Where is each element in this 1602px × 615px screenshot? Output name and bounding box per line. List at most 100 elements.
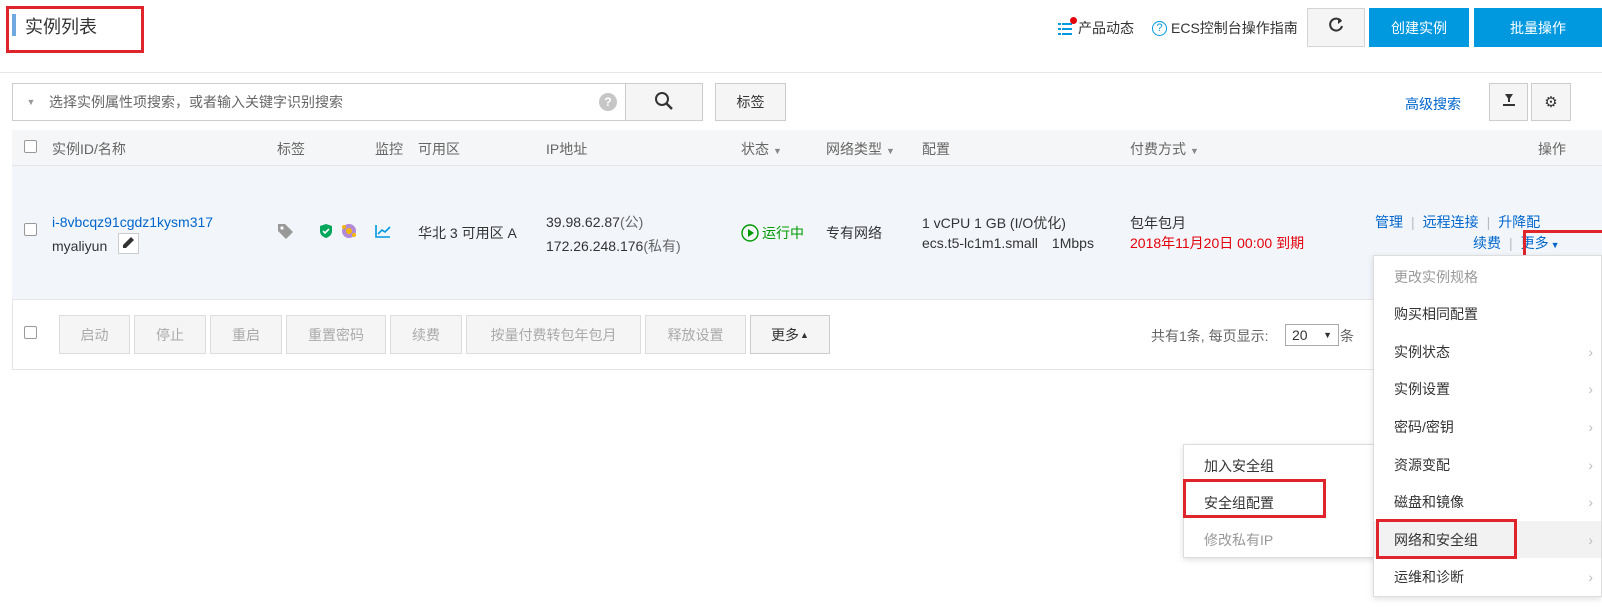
disk-image-item[interactable]: 磁盘和镜像 › [1374, 483, 1601, 520]
col-tags: 标签 [277, 141, 305, 157]
settings-button[interactable]: ⚙ [1531, 83, 1571, 121]
upgrade-link[interactable]: 升降配 [1498, 214, 1540, 230]
col-zone: 可用区 [418, 141, 460, 157]
col-status: 状态 [741, 141, 769, 157]
col-billing-filter[interactable]: 付费方式 ▼ [1130, 141, 1199, 159]
instance-status-item[interactable]: 实例状态 › [1374, 333, 1601, 370]
expire-date: 2018年11月20日 00:00 到期 [1130, 235, 1305, 251]
instance-name: myaliyun [52, 238, 108, 254]
console-guide-link[interactable]: ? ECS控制台操作指南 [1152, 18, 1298, 38]
search-input[interactable] [49, 94, 599, 110]
bottom-more-label: 更多 [771, 326, 800, 343]
caret-down-icon: ▼ [886, 146, 895, 156]
chevron-right-icon: › [1588, 343, 1593, 360]
start-button[interactable]: 启动 [59, 315, 130, 354]
page-size-unit: 条 [1340, 328, 1354, 344]
highlight-network-security [1376, 519, 1517, 559]
renew-button[interactable]: 续费 [390, 315, 462, 354]
product-news-link[interactable]: 产品动态 [1058, 17, 1134, 38]
restart-button[interactable]: 重启 [210, 315, 282, 354]
col-actions: 操作 [1538, 141, 1566, 157]
edit-name-button[interactable] [118, 233, 139, 254]
renew-link[interactable]: 续费 [1473, 235, 1501, 251]
pencil-icon [122, 236, 135, 252]
total-text: 共有1条, 每页显示: [1151, 328, 1269, 344]
col-config: 配置 [922, 141, 950, 157]
change-spec-label: 更改实例规格 [1394, 268, 1478, 285]
create-instance-button[interactable]: 创建实例 [1369, 8, 1469, 47]
private-ip: 172.26.248.176(私有) [546, 236, 681, 256]
shield-icon[interactable] [319, 223, 333, 242]
release-settings-button[interactable]: 释放设置 [645, 315, 746, 354]
public-ip: 39.98.62.87(公) [546, 212, 643, 232]
instance-settings-label: 实例设置 [1394, 380, 1450, 397]
stop-button[interactable]: 停止 [134, 315, 206, 354]
caret-down-icon: ▼ [1190, 146, 1199, 156]
bottom-more-button[interactable]: 更多 ▲ [750, 315, 830, 354]
bandwidth: 1Mbps [1051, 235, 1094, 251]
product-news-label: 产品动态 [1078, 20, 1134, 36]
tag-icon[interactable] [277, 223, 295, 242]
instance-id-link[interactable]: i-8vbcqz91cgdz1kysm317 [52, 212, 213, 232]
page-size-select[interactable]: 20 ▼ [1285, 324, 1339, 346]
select-all-checkbox[interactable] [24, 140, 37, 153]
col-network-filter[interactable]: 网络类型 ▼ [826, 141, 895, 159]
caret-down-icon: ▼ [773, 146, 782, 156]
convert-billing-button[interactable]: 按量付费转包年包月 [466, 315, 641, 354]
row-checkbox[interactable] [24, 223, 37, 236]
play-circle-icon [741, 224, 759, 242]
col-monitor: 监控 [375, 141, 403, 157]
export-button[interactable] [1489, 83, 1528, 121]
disk-image-label: 磁盘和镜像 [1394, 493, 1464, 510]
gear-icon: ⚙ [1544, 94, 1558, 111]
divider: | [1486, 214, 1491, 230]
password-key-label: 密码/密钥 [1394, 418, 1454, 435]
col-ip: IP地址 [546, 141, 588, 157]
chevron-right-icon: › [1588, 380, 1593, 397]
resource-change-label: 资源变配 [1394, 456, 1450, 473]
caret-down-icon[interactable]: ▼ [13, 97, 49, 107]
modify-private-ip-item: 修改私有IP [1184, 521, 1377, 558]
list-news-icon [1058, 17, 1077, 35]
export-icon [1501, 92, 1517, 112]
remote-connect-link[interactable]: 远程连接 [1423, 214, 1479, 230]
divider: | [1411, 214, 1415, 230]
console-guide-label: ECS控制台操作指南 [1171, 20, 1298, 36]
security-badge-icon[interactable] [340, 222, 358, 243]
password-key-item[interactable]: 密码/密钥 › [1374, 408, 1601, 445]
billing-type: 包年包月 [1130, 215, 1186, 231]
config-type: ecs.t5-lc1m1.small 1Mbps [922, 233, 1094, 253]
chevron-right-icon: › [1588, 493, 1593, 510]
private-ip-tag: (私有) [643, 238, 681, 254]
col-status-filter[interactable]: 状态 ▼ [741, 141, 782, 159]
buy-same-config-item[interactable]: 购买相同配置 [1374, 295, 1601, 332]
zone-value: 华北 3 可用区 A [418, 225, 517, 241]
page-size-value: 20 [1292, 327, 1308, 343]
reset-password-button[interactable]: 重置密码 [286, 315, 386, 354]
resource-change-item[interactable]: 资源变配 › [1374, 446, 1601, 483]
instance-settings-item[interactable]: 实例设置 › [1374, 370, 1601, 407]
chevron-right-icon: › [1588, 531, 1593, 548]
batch-ops-button[interactable]: 批量操作 [1474, 8, 1602, 47]
bottom-select-all-checkbox[interactable] [24, 326, 37, 339]
ops-diagnosis-label: 运维和诊断 [1394, 568, 1464, 585]
search-button[interactable] [625, 83, 703, 121]
buy-same-config-label: 购买相同配置 [1394, 305, 1478, 322]
help-icon[interactable]: ? [599, 93, 617, 111]
modify-private-ip-label: 修改私有IP [1204, 531, 1274, 548]
chevron-right-icon: › [1588, 418, 1593, 435]
instance-status-label: 实例状态 [1394, 343, 1450, 360]
manage-link[interactable]: 管理 [1375, 214, 1403, 230]
ops-diagnosis-item[interactable]: 运维和诊断 › [1374, 558, 1601, 595]
monitor-chart-icon[interactable] [375, 224, 391, 241]
refresh-button[interactable] [1307, 8, 1365, 47]
advanced-search-link[interactable]: 高级搜索 [1405, 94, 1461, 114]
status-badge: 运行中 [741, 223, 804, 243]
network-type: 专有网络 [826, 225, 882, 241]
row-actions: 管理 | 远程连接 | 升降配 [1375, 212, 1540, 232]
table-row [12, 166, 1602, 300]
divider: | [1509, 235, 1513, 251]
tag-filter-button[interactable]: 标签 [715, 83, 786, 121]
config-spec: 1 vCPU 1 GB (I/O优化) [922, 215, 1066, 231]
col-billing: 付费方式 [1130, 141, 1186, 157]
